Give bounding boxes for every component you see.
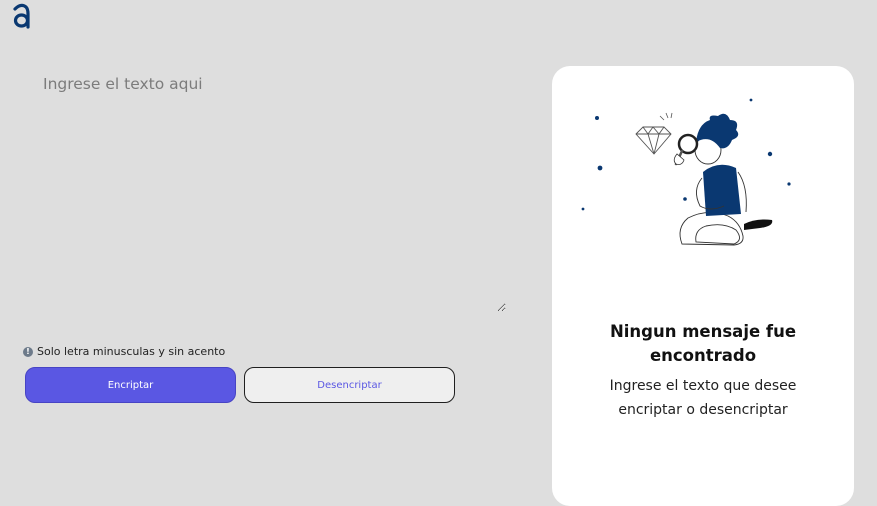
result-message: Ingrese el texto que desee encriptar o d…: [552, 374, 854, 422]
result-message-line-2: encriptar o desencriptar: [618, 402, 788, 418]
result-title-line-2: encontrado: [649, 346, 757, 365]
person-with-magnifying-glass-illustration: [578, 94, 796, 250]
hint: ! Solo letra minusculas y sin acento: [23, 345, 225, 358]
result-message-line-1: Ingrese el texto que desee: [609, 378, 797, 394]
encrypt-button[interactable]: Encriptar: [25, 367, 236, 403]
result-title-line-1: Ningun mensaje fue: [609, 322, 797, 341]
result-panel: Ningun mensaje fue encontrado Ingrese el…: [552, 66, 854, 506]
result-title: Ningun mensaje fue encontrado: [552, 320, 854, 368]
alura-logo-icon: [11, 0, 33, 30]
hint-text: Solo letra minusculas y sin acento: [37, 345, 226, 358]
decrypt-button[interactable]: Desencriptar: [244, 367, 455, 403]
text-input[interactable]: [38, 70, 506, 312]
info-icon: !: [23, 346, 33, 357]
